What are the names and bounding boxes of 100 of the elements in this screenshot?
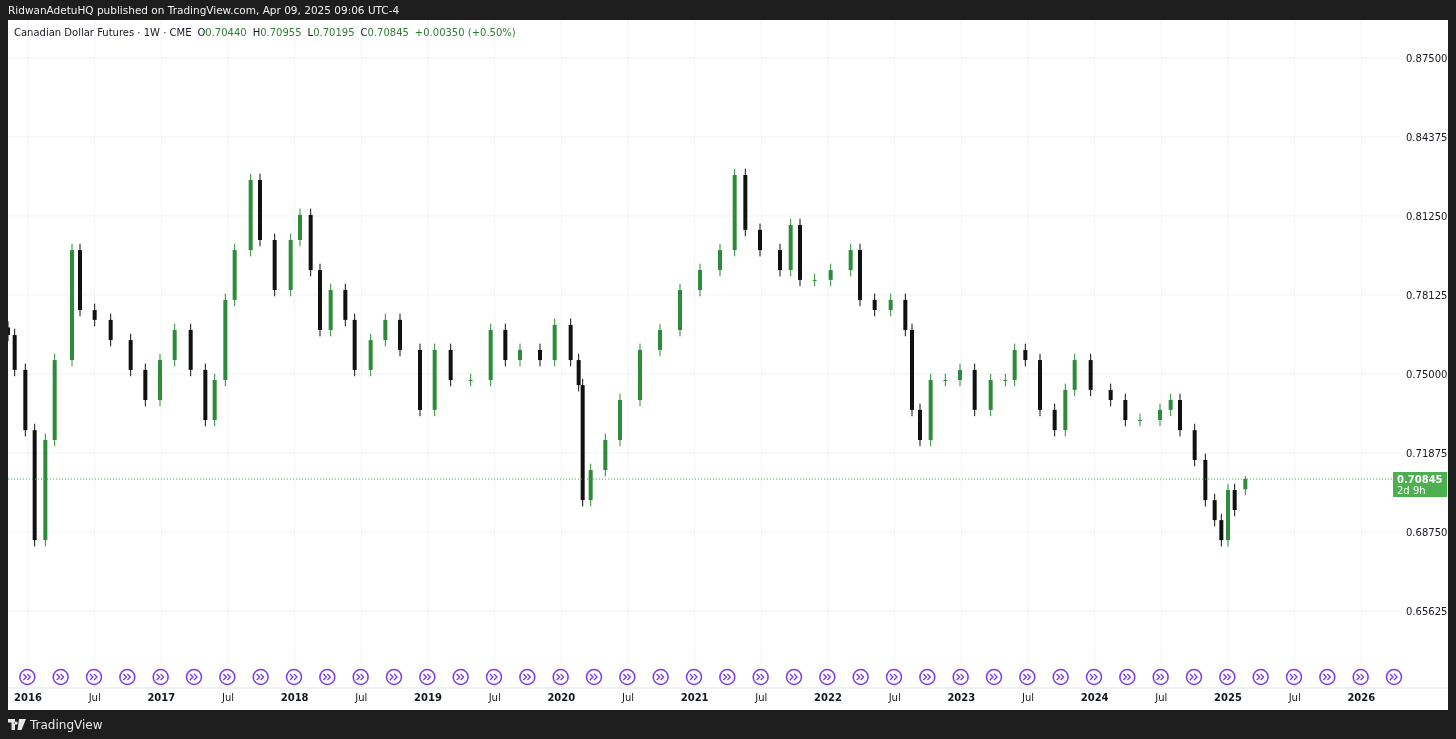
event-marker-icon (52, 668, 69, 686)
rising-candle (1243, 475, 1248, 496)
falling-candle (343, 283, 348, 327)
time-axis-label: Jul (755, 692, 768, 703)
event-marker-icon (1185, 668, 1203, 686)
rising-candle (812, 273, 817, 287)
ohlc-label: L (307, 27, 314, 38)
rising-candle (212, 373, 217, 427)
event-marker-icon (619, 668, 636, 686)
event-marker-icon (519, 668, 536, 686)
time-axis-label: 2017 (147, 692, 176, 703)
price-axis-label: 0.65625 (1406, 606, 1448, 617)
time-axis-label: Jul (355, 692, 368, 703)
time-axis-label: 2025 (1214, 692, 1242, 703)
falling-candle (798, 218, 802, 287)
time-axis-label: Jul (888, 692, 901, 703)
time-axis-label: 2022 (814, 692, 842, 703)
event-marker-icon (185, 668, 203, 686)
time-axis-label: Jul (621, 692, 635, 703)
event-marker-icon (1285, 668, 1303, 686)
time-axis-label: 2024 (1080, 692, 1109, 703)
rising-candle (158, 353, 162, 407)
event-marker-icon (1019, 668, 1036, 686)
event-marker-icon (452, 668, 469, 686)
falling-candle (1123, 393, 1128, 427)
rising-candle (1158, 403, 1162, 427)
time-axis-label: Jul (1021, 692, 1035, 703)
rising-candle (328, 283, 333, 337)
rising-candle (718, 243, 722, 277)
falling-candle (872, 293, 877, 317)
price-change: +0.00350 (+0.50%) (414, 27, 516, 38)
rising-candle (678, 283, 682, 337)
falling-candle (903, 293, 908, 337)
time-axis-label: Jul (88, 692, 101, 703)
falling-candle (568, 318, 573, 367)
rising-candle (1063, 383, 1068, 437)
ohlc-value: 0.70440 (205, 27, 247, 38)
event-marker-icon (19, 668, 36, 686)
falling-candle (1023, 343, 1028, 367)
event-marker-icon (419, 668, 436, 686)
event-marker-icon (1219, 668, 1236, 686)
falling-candle (972, 363, 977, 417)
time-axis-label: 2020 (547, 692, 576, 703)
time-axis-label: 2018 (280, 692, 309, 703)
rising-candle (943, 373, 948, 387)
rising-candle (1138, 413, 1142, 427)
falling-candle (108, 313, 113, 347)
event-marker-icon (752, 668, 769, 686)
rising-candle (848, 243, 853, 277)
falling-candle (1232, 483, 1237, 517)
falling-candle (188, 323, 193, 377)
falling-candle (858, 243, 862, 307)
rising-candle (888, 293, 893, 317)
falling-candle (1178, 393, 1182, 437)
falling-candle (448, 343, 453, 387)
rising-candle (232, 243, 237, 307)
rising-candle (298, 208, 302, 247)
rising-candle (383, 313, 388, 347)
event-marker-icon (785, 668, 803, 686)
falling-candle (1219, 513, 1224, 547)
falling-candle (12, 328, 17, 377)
falling-candle (128, 333, 133, 377)
price-axis-label: 0.81250 (1406, 210, 1448, 222)
rising-candle (958, 363, 962, 387)
falling-candle (143, 363, 148, 407)
event-marker-icon (1352, 668, 1369, 686)
falling-candle (308, 208, 313, 277)
publish-info: RidwanAdetuHQ published on TradingView.com, Apr 09, 2025 09:06 UTC-4 (8, 4, 400, 16)
rising-candle (1072, 353, 1077, 397)
event-marker-icon (1152, 668, 1169, 686)
event-marker-icon (585, 668, 603, 686)
price-axis-label: 0.84375 (1406, 131, 1448, 143)
price-axis-label: 0.68750 (1406, 527, 1448, 538)
event-marker-icon (1085, 668, 1103, 686)
event-marker-icon (285, 668, 303, 686)
falling-candle (203, 363, 208, 427)
falling-candle (743, 168, 748, 237)
event-marker-icon (485, 668, 503, 686)
event-marker-icon (219, 668, 236, 686)
price-axis-label: 0.75000 (1406, 368, 1448, 380)
rising-candle (988, 373, 993, 417)
falling-candle (778, 243, 782, 277)
falling-candle (503, 323, 508, 367)
rising-candle (488, 323, 493, 387)
rising-candle (1168, 393, 1173, 417)
event-marker-icon (852, 668, 869, 686)
falling-candle (398, 313, 402, 357)
price-axis-label: 0.71875 (1406, 448, 1448, 459)
price-axis-label: 0.78125 (1406, 289, 1448, 301)
rising-candle (288, 233, 293, 297)
ohlc-label: C (360, 27, 368, 38)
event-marker-icon (252, 668, 269, 686)
rising-candle (638, 343, 642, 407)
rising-candle (603, 433, 608, 477)
bar-countdown: 2d 9h (1397, 484, 1427, 496)
rising-candle (1226, 483, 1230, 547)
falling-candle (272, 233, 277, 297)
rising-candle (588, 463, 593, 507)
price-axis-label: 0.87500 (1406, 52, 1448, 64)
time-axis-label: 2016 (14, 692, 42, 703)
